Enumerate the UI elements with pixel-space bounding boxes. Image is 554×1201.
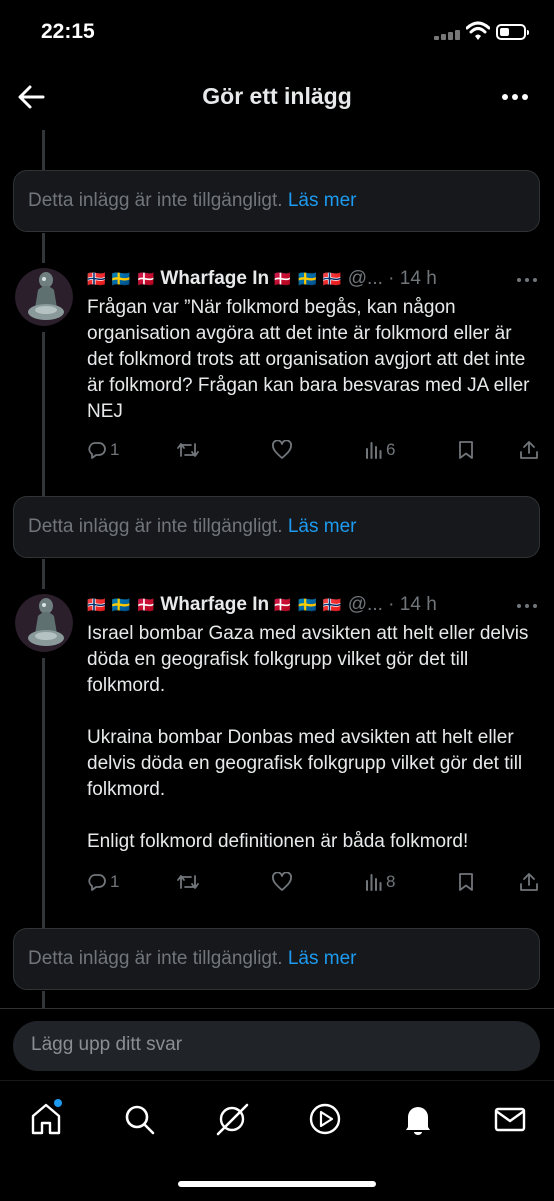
notifications-icon	[406, 1107, 430, 1135]
status-time: 22:15	[41, 20, 95, 43]
search-tab[interactable]	[121, 1101, 157, 1137]
views-button[interactable]: 8	[365, 870, 395, 894]
like-button[interactable]	[271, 870, 293, 894]
post-paragraph: Frågan var ”När folkmord begås, kan någo…	[87, 297, 530, 422]
post-more-icon[interactable]	[516, 598, 538, 614]
grok-icon	[216, 1103, 249, 1136]
post-paragraph: Ukraina bombar Donbas med avsikten att h…	[87, 727, 523, 800]
views-count: 6	[386, 440, 396, 459]
share-icon	[520, 873, 538, 891]
unavailable-post-notice: Detta inlägg är inte tillgängligt. Läs m…	[13, 496, 540, 558]
author-handle[interactable]: @...	[348, 268, 383, 289]
heart-icon	[272, 872, 292, 891]
wifi-icon	[466, 21, 490, 40]
post-paragraph: Israel bombar Gaza med avsikten att helt…	[87, 623, 529, 696]
views-icon	[366, 874, 382, 891]
divider	[0, 1008, 554, 1009]
thread-line	[42, 130, 45, 170]
post-actions: 1 6	[87, 438, 542, 462]
share-icon	[520, 441, 538, 459]
video-tab[interactable]	[307, 1101, 343, 1137]
page-title: Gör ett inlägg	[202, 83, 352, 109]
flag-emojis: 🇳🇴 🇸🇪 🇩🇰	[87, 271, 157, 288]
unavailable-post-notice: Detta inlägg är inte tillgängligt. Läs m…	[13, 928, 540, 990]
repost-button[interactable]	[176, 870, 200, 894]
notifications-tab[interactable]	[400, 1101, 436, 1137]
unavailable-text: Detta inlägg är inte tillgängligt.	[28, 516, 283, 537]
views-count: 8	[386, 872, 396, 891]
like-button[interactable]	[271, 438, 293, 462]
grok-tab[interactable]	[214, 1101, 250, 1137]
author-name[interactable]: Wharfage In	[160, 268, 269, 289]
repost-icon	[177, 443, 199, 457]
views-button[interactable]: 6	[365, 438, 395, 462]
post-time[interactable]: · 14 h	[388, 268, 437, 289]
post-time[interactable]: · 14 h	[388, 594, 437, 615]
author-handle[interactable]: @...	[348, 594, 383, 615]
avatar[interactable]	[15, 268, 73, 326]
post-actions: 1 8	[87, 870, 542, 894]
reply-count: 1	[110, 872, 120, 891]
home-tab[interactable]	[28, 1099, 64, 1137]
messages-tab[interactable]	[492, 1101, 528, 1137]
cellular-signal-icon	[434, 30, 462, 40]
reply-button[interactable]: 1	[87, 870, 119, 894]
thread-line	[42, 233, 45, 263]
share-button[interactable]	[519, 870, 539, 894]
thread-line	[42, 658, 45, 928]
author-name[interactable]: Wharfage In	[160, 594, 269, 615]
video-icon	[309, 1103, 341, 1135]
flag-emojis: 🇩🇰 🇸🇪 🇳🇴	[273, 271, 343, 288]
post-paragraph: Enligt folkmord definitionen är båda fol…	[87, 831, 469, 852]
post-header: 🇳🇴 🇸🇪 🇩🇰 Wharfage In 🇩🇰 🇸🇪 🇳🇴 @... · 14 h	[87, 268, 437, 294]
read-more-link[interactable]: Läs mer	[288, 190, 357, 211]
messages-icon	[494, 1107, 526, 1132]
bookmark-button[interactable]	[457, 870, 475, 894]
status-bar: 22:15	[0, 0, 554, 66]
home-indicator	[178, 1181, 376, 1187]
read-more-link[interactable]: Läs mer	[288, 948, 357, 969]
more-options-icon[interactable]	[498, 80, 532, 114]
views-icon	[366, 442, 382, 459]
reply-input[interactable]: Lägg upp ditt svar	[13, 1021, 540, 1071]
unavailable-text: Detta inlägg är inte tillgängligt.	[28, 948, 283, 969]
search-icon	[125, 1105, 155, 1135]
thread-line	[42, 991, 45, 1008]
unavailable-text: Detta inlägg är inte tillgängligt.	[28, 190, 283, 211]
flag-emojis: 🇩🇰 🇸🇪 🇳🇴	[273, 597, 343, 614]
flag-emojis: 🇳🇴 🇸🇪 🇩🇰	[87, 597, 157, 614]
reply-icon	[88, 874, 106, 891]
unavailable-post-notice: Detta inlägg är inte tillgängligt. Läs m…	[13, 170, 540, 232]
post-header: 🇳🇴 🇸🇪 🇩🇰 Wharfage In 🇩🇰 🇸🇪 🇳🇴 @... · 14 h	[87, 594, 437, 620]
reply-count: 1	[110, 440, 120, 459]
post-text: Israel bombar Gaza med avsikten att helt…	[87, 621, 537, 855]
unread-dot	[54, 1099, 62, 1107]
bookmark-icon	[459, 873, 473, 891]
reply-placeholder: Lägg upp ditt svar	[31, 1034, 183, 1055]
repost-icon	[177, 875, 199, 889]
heart-icon	[272, 440, 292, 459]
thread-line	[42, 332, 45, 498]
reply-button[interactable]: 1	[87, 438, 119, 462]
avatar[interactable]	[15, 594, 73, 652]
repost-button[interactable]	[176, 438, 200, 462]
bookmark-icon	[459, 441, 473, 459]
thread-line	[42, 559, 45, 589]
post-text: Frågan var ”När folkmord begås, kan någo…	[87, 295, 537, 425]
share-button[interactable]	[519, 438, 539, 462]
battery-icon	[496, 24, 529, 40]
bookmark-button[interactable]	[457, 438, 475, 462]
read-more-link[interactable]: Läs mer	[288, 516, 357, 537]
header: Gör ett inlägg	[0, 66, 554, 130]
post-more-icon[interactable]	[516, 272, 538, 288]
reply-icon	[88, 442, 106, 459]
